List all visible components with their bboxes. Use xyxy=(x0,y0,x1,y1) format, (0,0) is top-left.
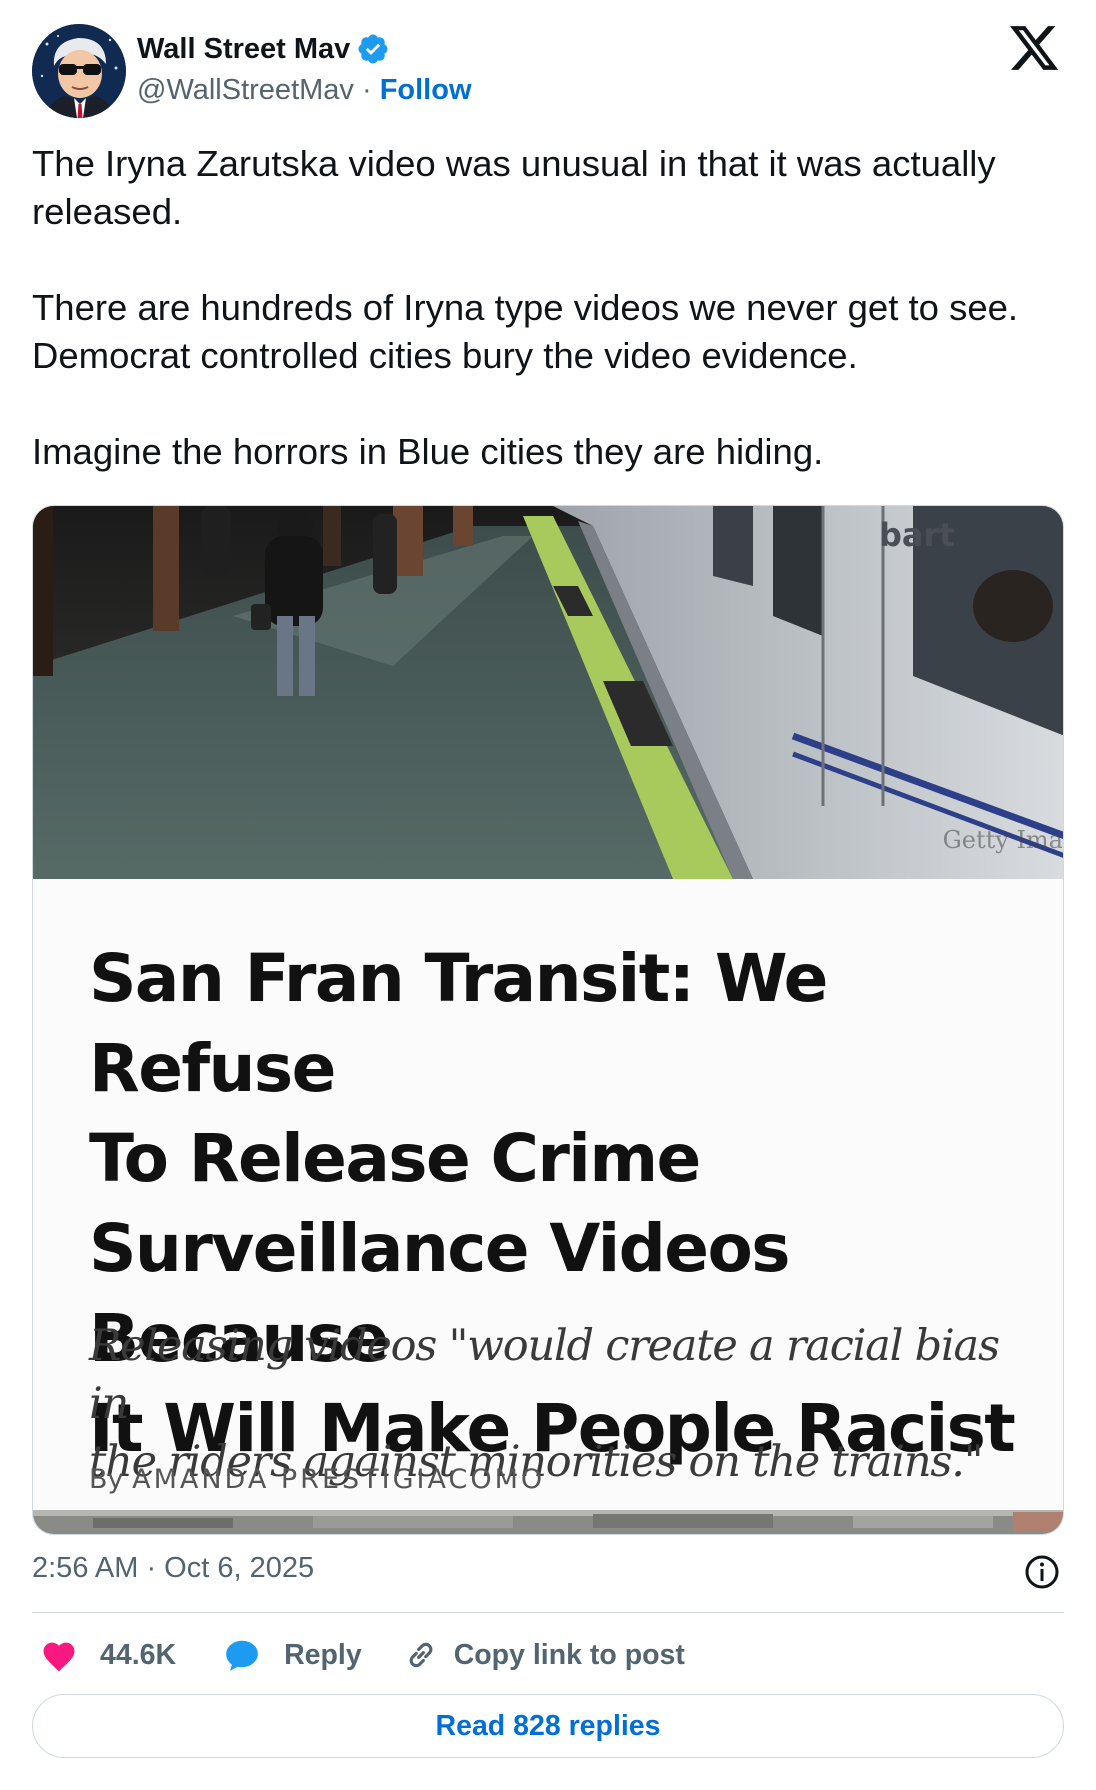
verified-badge-icon xyxy=(358,34,388,64)
author-avatar[interactable] xyxy=(32,24,126,118)
article-headline-area: San Fran Transit: We Refuse To Release C… xyxy=(33,879,1063,1514)
like-button[interactable]: 44.6K xyxy=(40,1638,176,1672)
link-icon xyxy=(409,1642,433,1668)
headline-line: San Fran Transit: We Refuse xyxy=(89,940,828,1107)
follow-link[interactable]: Follow xyxy=(380,74,472,106)
x-logo-icon[interactable] xyxy=(1010,26,1060,72)
copy-link-label: Copy link to post xyxy=(453,1638,685,1671)
author-display-name[interactable]: Wall Street Mav xyxy=(137,33,350,66)
like-count: 44.6K xyxy=(100,1638,177,1671)
tweet-paragraph: Imagine the horrors in Blue cities they … xyxy=(32,431,824,472)
info-icon[interactable] xyxy=(1024,1554,1060,1590)
read-replies-button[interactable]: Read 828 replies xyxy=(32,1694,1064,1758)
image-bottom-strip xyxy=(33,1510,1063,1534)
byline-prefix: By xyxy=(89,1464,133,1495)
subhead-line: Releasing videos "would create a racial … xyxy=(89,1321,1000,1429)
article-byline: By AMANDA PRESTIGIACOMO xyxy=(89,1464,545,1495)
reply-label: Reply xyxy=(284,1638,362,1671)
reply-bubble-icon xyxy=(226,1640,258,1671)
train-logo-text: bart xyxy=(879,516,955,554)
author-handle[interactable]: @WallStreetMav xyxy=(137,74,354,106)
reply-button[interactable]: Reply xyxy=(222,1636,362,1674)
footer-divider xyxy=(32,1612,1064,1613)
heart-icon xyxy=(43,1642,75,1672)
tweet-embed-card: Wall Street Mav @WallStreetMav · Follow … xyxy=(0,0,1096,1790)
handle-separator: · xyxy=(353,74,380,106)
photo-watermark: Getty Ima xyxy=(942,826,1063,854)
tweet-actions: 44.6K Reply Copy link to post xyxy=(32,1630,685,1680)
tweet-timestamp[interactable]: 2:56 AM · Oct 6, 2025 xyxy=(32,1552,314,1585)
tweet-media[interactable]: bart Getty Ima San Fran Transit: We Refu… xyxy=(32,505,1064,1535)
tweet-paragraph: The Iryna Zarutska video was unusual in … xyxy=(32,143,996,232)
subway-platform-photo: bart xyxy=(33,506,1063,879)
author-handle-row: @WallStreetMav · Follow xyxy=(137,74,472,107)
byline-author: AMANDA PRESTIGIACOMO xyxy=(132,1464,546,1495)
tweet-text: The Iryna Zarutska video was unusual in … xyxy=(32,140,1064,476)
copy-link-button[interactable]: Copy link to post xyxy=(402,1636,685,1674)
avatar-image xyxy=(32,24,126,118)
tweet-paragraph: There are hundreds of Iryna type videos … xyxy=(32,287,1019,376)
author-name-row: Wall Street Mav xyxy=(137,32,390,66)
headline-line: To Release Crime xyxy=(89,1120,701,1197)
